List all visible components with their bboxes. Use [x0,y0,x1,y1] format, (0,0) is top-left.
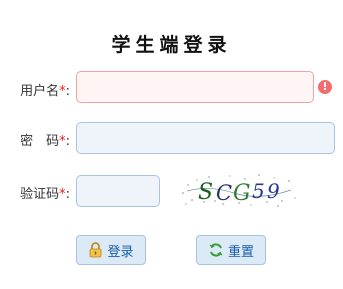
lock-icon [88,242,103,258]
captcha-char: G [233,181,251,206]
captcha-char: 5 [252,179,265,203]
page-title: 学生端登录 [111,34,232,56]
login-button-label: 登录 [107,244,134,260]
username-input[interactable] [76,71,314,103]
refresh-icon [208,242,224,258]
captcha-image[interactable]: S C G 5 9 [179,171,301,209]
username-label: 用户名*: [20,84,70,99]
reset-button-label: 重置 [227,244,254,260]
password-input[interactable] [76,122,335,154]
captcha-char: 9 [267,179,280,203]
captcha-label: 验证码*: [20,187,70,202]
reset-button[interactable]: 重置 [196,235,266,265]
login-button[interactable]: 登录 [76,235,146,265]
error-icon: ! [318,80,332,94]
captcha-input[interactable] [76,175,160,207]
captcha-char: C [216,181,232,205]
password-label: 密 码*: [20,134,70,149]
captcha-char: S [198,180,213,205]
